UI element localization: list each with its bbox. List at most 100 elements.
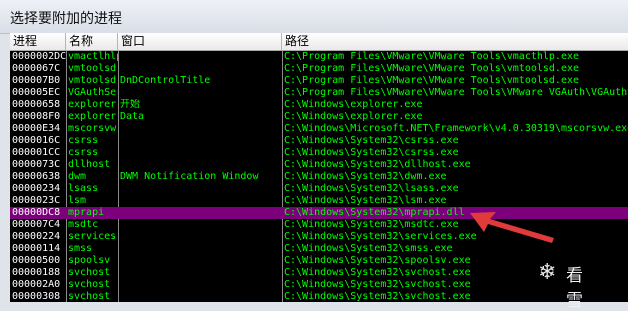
process-id-cell: 0000016C xyxy=(12,135,61,146)
process-id-cell: 00000188 xyxy=(12,267,61,278)
table-row[interactable]: 00000234 lsass C:\Windows\System32\lsass.e… xyxy=(10,183,628,195)
process-rows: 0000002DC vmactlhlp C:\Program Files\VMwar… xyxy=(10,51,628,302)
process-id-cell: 00000DC8 xyxy=(12,207,61,218)
process-path-cell: C:\Windows\Microsoft.NET\Framework\v4.0.… xyxy=(284,123,628,134)
process-name-cell: mscorsvw xyxy=(68,123,117,134)
table-row[interactable]: 000008F0 explorer Data C:\Windows\explorer.… xyxy=(10,111,628,123)
window-title-cell xyxy=(118,63,282,75)
window-title-cell: DnDControlTitle xyxy=(120,75,211,86)
process-name-cell: smss xyxy=(68,243,93,254)
table-row[interactable]: 00000500 spoolsv C:\Windows\System32\spool… xyxy=(10,255,628,267)
process-id-cell: 000005EC xyxy=(12,87,61,98)
process-id-cell: 000001CC xyxy=(12,147,61,158)
process-name-cell: vmtoolsd xyxy=(68,75,117,86)
window-title-cell: Data xyxy=(120,111,145,122)
process-path-cell: C:\Windows\System32\dwm.exe xyxy=(284,171,447,182)
process-id-cell: 00000638 xyxy=(12,171,61,182)
window-title-cell: 开始 xyxy=(120,99,140,110)
table-row-selected[interactable]: 00000DC8 mprapi C:\Windows\System32\mprapi… xyxy=(10,207,628,219)
process-path-cell: C:\Windows\System32\csrss.exe xyxy=(284,135,459,146)
table-row[interactable]: 00000114 smss C:\Windows\System32\smss.exe xyxy=(10,243,628,255)
process-path-cell: C:\Windows\System32\mprapi.dll xyxy=(284,207,465,218)
process-name-cell: dllhost xyxy=(68,159,111,170)
table-row[interactable]: 00000188 svchost C:\Windows\System32\svcho… xyxy=(10,267,628,279)
window-title-cell xyxy=(118,219,282,231)
window-title-cell xyxy=(118,231,282,243)
process-path-cell: C:\Program Files\VMware\VMware Tools\vmt… xyxy=(284,63,580,74)
watermark-text: 看雪 xyxy=(566,266,583,311)
column-header-name[interactable]: 名称 xyxy=(66,33,118,50)
process-id-cell: 0000023C xyxy=(12,195,61,206)
column-header-path[interactable]: 路径 xyxy=(282,33,628,50)
title-bar: 选择要附加的进程 xyxy=(0,0,628,34)
table-row[interactable]: 000005EC VGAuthSer C:\Program Files\VMware… xyxy=(10,87,628,99)
column-header-pid[interactable]: 进程 xyxy=(10,33,66,50)
window-title-cell xyxy=(118,291,282,302)
process-name-cell: explorer xyxy=(68,99,117,110)
process-name-cell: msdtc xyxy=(68,219,99,230)
window-title-cell xyxy=(118,159,282,171)
window-title-cell xyxy=(118,183,282,195)
table-row[interactable]: 00000308 svchost C:\Windows\System32\svcho… xyxy=(10,291,628,302)
window-title-cell xyxy=(118,207,282,219)
table-row[interactable]: 00000638 dwm DWM Notification Window C:\Win… xyxy=(10,171,628,183)
window-title-cell xyxy=(118,267,282,279)
table-row[interactable]: 000001CC csrss C:\Windows\System32\csrss.e… xyxy=(10,147,628,159)
process-id-cell: 000002A0 xyxy=(12,279,61,290)
process-list[interactable]: 进程 名称 窗口 路径 0000002DC vmactlhlp C:\Program… xyxy=(10,33,628,302)
window-title-cell xyxy=(118,279,282,291)
process-id-cell: 000008F0 xyxy=(12,111,61,122)
process-id-cell: 0000067C xyxy=(12,63,61,74)
window-title: 选择要附加的进程 xyxy=(10,11,122,27)
process-path-cell: C:\Windows\System32\lsm.exe xyxy=(284,195,447,206)
process-path-cell: C:\Windows\System32\services.exe xyxy=(284,231,477,242)
table-row[interactable]: 00000658 explorer 开始 C:\Windows\explorer.ex… xyxy=(10,99,628,111)
process-path-cell: C:\Program Files\VMware\VMware Tools\VMw… xyxy=(284,87,628,98)
process-name-cell: csrss xyxy=(68,135,99,146)
window-title-cell: DWM Notification Window xyxy=(120,171,259,182)
process-path-cell: C:\Program Files\VMware\VMware Tools\vmt… xyxy=(284,75,580,86)
table-row[interactable]: 00000E34 mscorsvw C:\Windows\Microsoft.NET… xyxy=(10,123,628,135)
table-row[interactable]: 0000073C dllhost C:\Windows\System32\dllho… xyxy=(10,159,628,171)
window-title-cell xyxy=(118,135,282,147)
process-name-cell: VGAuthSer xyxy=(68,87,118,98)
table-row[interactable]: 0000023C lsm C:\Windows\System32\lsm.exe xyxy=(10,195,628,207)
table-row[interactable]: 0000016C csrss C:\Windows\System32\csrss.e… xyxy=(10,135,628,147)
table-row[interactable]: 00000224 services C:\Windows\System32\serv… xyxy=(10,231,628,243)
window-title-cell xyxy=(118,147,282,159)
process-name-cell: lsass xyxy=(68,183,99,194)
snowflake-icon: ❄ xyxy=(538,260,557,285)
process-id-cell: 00000234 xyxy=(12,183,61,194)
process-path-cell: C:\Windows\System32\smss.exe xyxy=(284,243,453,254)
process-name-cell: svchost xyxy=(68,291,111,302)
table-row[interactable]: 0000002DC vmactlhlp C:\Program Files\VMwar… xyxy=(10,51,628,63)
list-header: 进程 名称 窗口 路径 xyxy=(10,33,628,51)
process-name-cell: lsm xyxy=(68,195,87,206)
process-name-cell: vmtoolsd xyxy=(68,63,117,74)
table-row[interactable]: 000007B0 vmtoolsd DnDControlTitle C:\Progra… xyxy=(10,75,628,87)
table-row[interactable]: 000002A0 svchost C:\Windows\System32\svcho… xyxy=(10,279,628,291)
process-id-cell: 00000E34 xyxy=(12,123,61,134)
window-title-cell xyxy=(118,243,282,255)
process-id-cell: 000007C4 xyxy=(12,219,61,230)
process-path-cell: C:\Windows\explorer.exe xyxy=(284,99,423,110)
process-id-cell: 00000308 xyxy=(12,291,61,302)
table-row[interactable]: 0000067C vmtoolsd C:\Program Files\VMware\… xyxy=(10,63,628,75)
table-row[interactable]: 000007C4 msdtc C:\Windows\System32\msdtc.e… xyxy=(10,219,628,231)
process-name-cell: svchost xyxy=(68,279,111,290)
process-id-cell: 0000002DC xyxy=(12,51,66,62)
process-id-cell: 0000073C xyxy=(12,159,61,170)
process-name-cell: explorer xyxy=(68,111,117,122)
process-id-cell: 00000224 xyxy=(12,231,61,242)
window-title-cell xyxy=(118,195,282,207)
process-path-cell: C:\Windows\System32\msdtc.exe xyxy=(284,219,459,230)
window-title-cell xyxy=(118,255,282,267)
process-name-cell: dwm xyxy=(68,171,87,182)
process-path-cell: C:\Windows\System32\lsass.exe xyxy=(284,183,459,194)
process-path-cell: C:\Program Files\VMware\VMware Tools\vma… xyxy=(284,51,580,62)
process-name-cell: svchost xyxy=(68,267,111,278)
process-id-cell: 00000114 xyxy=(12,243,61,254)
process-name-cell: services xyxy=(68,231,117,242)
process-path-cell: C:\Windows\System32\dllhost.exe xyxy=(284,159,471,170)
column-header-window[interactable]: 窗口 xyxy=(118,33,282,50)
